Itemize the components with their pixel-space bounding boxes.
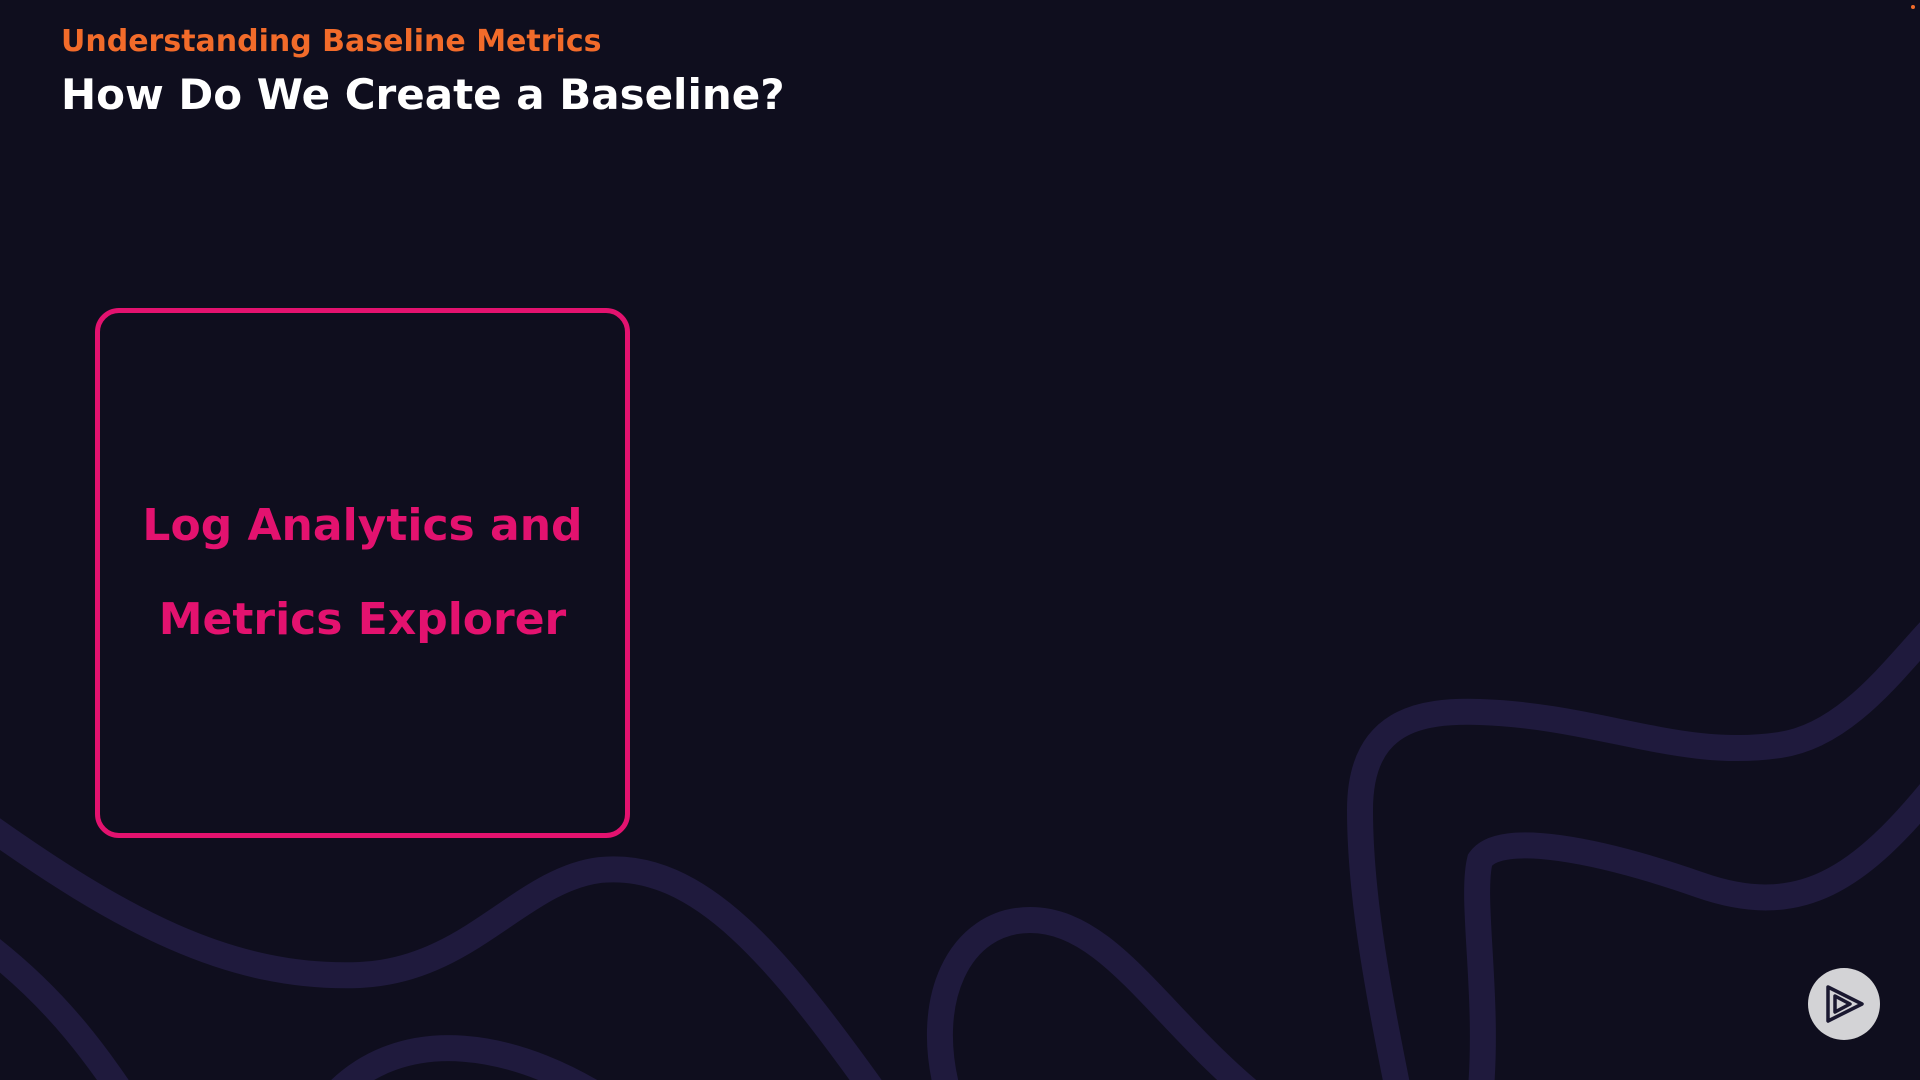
wave-line — [926, 906, 1257, 1080]
corner-dot — [1911, 5, 1915, 9]
play-logo-icon — [1826, 985, 1864, 1023]
wave-line — [0, 939, 129, 1080]
wave-line — [331, 1035, 598, 1080]
slide: Understanding Baseline Metrics How Do We… — [0, 0, 1920, 1080]
topic-card-text: Log Analytics and Metrics Explorer — [133, 479, 593, 667]
topic-card-line-2: Metrics Explorer — [158, 594, 567, 645]
player-logo-button[interactable] — [1808, 968, 1880, 1040]
topic-card-line-1: Log Analytics and — [142, 500, 583, 551]
section-title: Understanding Baseline Metrics — [61, 24, 602, 59]
page-title: How Do We Create a Baseline? — [61, 70, 785, 119]
topic-card: Log Analytics and Metrics Explorer — [95, 308, 630, 838]
